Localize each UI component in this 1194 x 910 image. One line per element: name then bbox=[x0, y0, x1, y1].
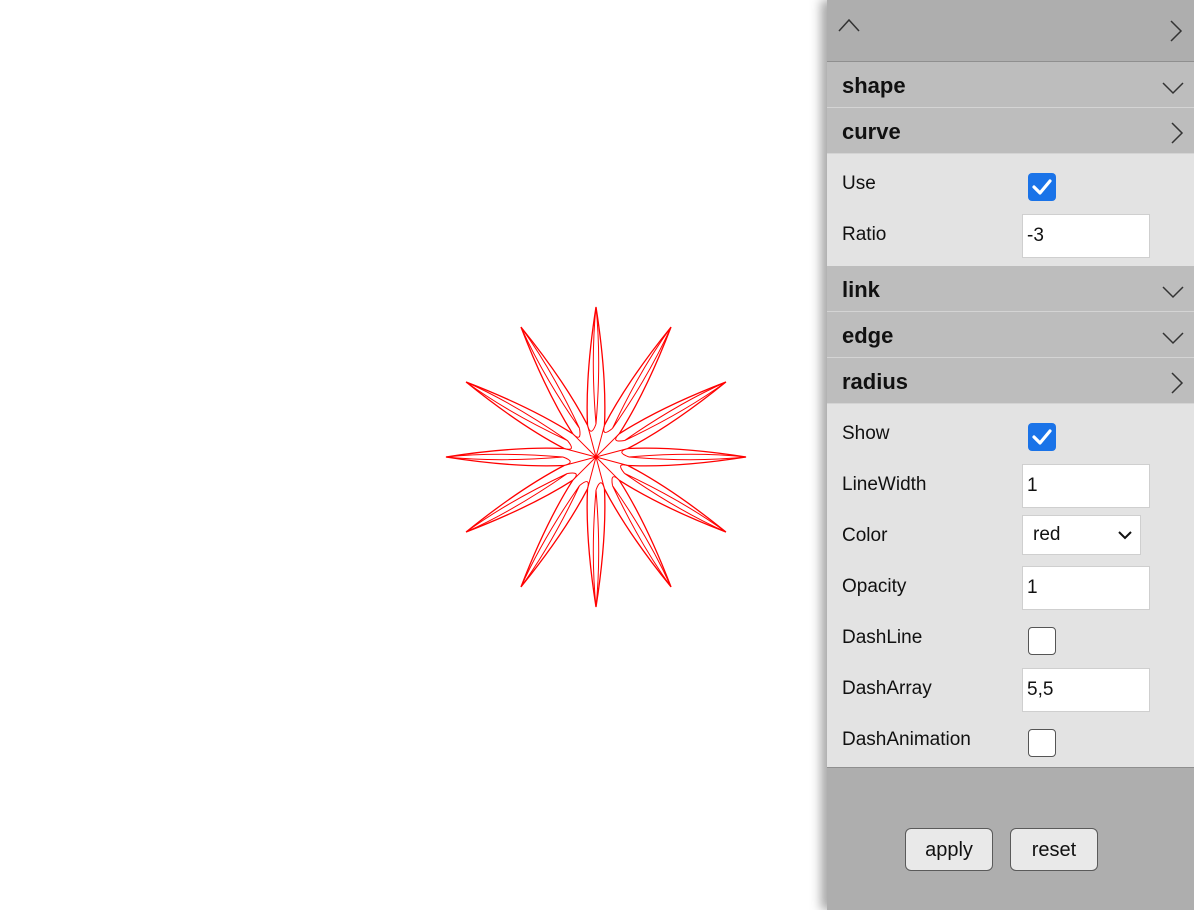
chevron-down-icon bbox=[1162, 332, 1184, 345]
petal-inner bbox=[592, 489, 600, 608]
field-label: DashArray bbox=[842, 678, 932, 699]
petal-inner bbox=[624, 473, 727, 533]
section-radius-header[interactable]: radius bbox=[827, 358, 1194, 404]
curve-use-row: Use bbox=[827, 159, 1194, 210]
chevron-down-icon bbox=[1162, 82, 1184, 95]
chevron-up-icon[interactable] bbox=[838, 18, 860, 32]
scallop-curve bbox=[611, 476, 620, 486]
panel-header bbox=[827, 0, 1194, 62]
chevron-right-icon bbox=[1171, 372, 1184, 394]
petal-inner bbox=[592, 306, 600, 425]
petal-outline bbox=[586, 306, 606, 426]
petal-inner bbox=[624, 381, 727, 441]
petal-outline bbox=[465, 464, 574, 533]
section-curve-body: Use Ratio -3 bbox=[827, 154, 1194, 266]
scallop-curve bbox=[563, 440, 572, 450]
curve-ratio-row: Ratio -3 bbox=[827, 210, 1194, 261]
section-link-header[interactable]: link bbox=[827, 266, 1194, 312]
chevron-right-icon[interactable] bbox=[1169, 20, 1183, 42]
petal-outline bbox=[603, 479, 672, 588]
ratio-input[interactable]: -3 bbox=[1022, 214, 1150, 258]
petal-inner bbox=[612, 485, 672, 588]
scallop-curve bbox=[615, 433, 625, 442]
petal-inner bbox=[520, 326, 580, 429]
curve-use-checkbox[interactable] bbox=[1028, 173, 1056, 201]
petal-outline bbox=[520, 326, 589, 435]
radius-show-checkbox[interactable] bbox=[1028, 423, 1056, 451]
petal-outline bbox=[465, 381, 574, 450]
section-curve-header[interactable]: curve bbox=[827, 108, 1194, 154]
field-label: Ratio bbox=[842, 224, 887, 245]
radius-color-row: Color red bbox=[827, 511, 1194, 562]
section-radius-body: Show LineWidth 1 Color red Opacity 1 Das… bbox=[827, 404, 1194, 767]
petal-outline bbox=[618, 381, 727, 450]
opacity-input[interactable]: 1 bbox=[1022, 566, 1150, 610]
radius-show-row: Show bbox=[827, 409, 1194, 460]
petal-inner bbox=[520, 485, 580, 588]
chevron-right-icon bbox=[1171, 122, 1184, 144]
dashanimation-checkbox[interactable] bbox=[1028, 729, 1056, 757]
reset-button[interactable]: reset bbox=[1010, 828, 1098, 871]
section-title: radius bbox=[842, 369, 909, 394]
scallop-curve bbox=[603, 424, 613, 433]
petal-inner bbox=[445, 453, 564, 461]
petal-outline bbox=[603, 326, 672, 435]
petal-outline bbox=[520, 479, 589, 588]
radius-dashanimation-row: DashAnimation bbox=[827, 715, 1194, 766]
petal-inner bbox=[612, 326, 672, 429]
scallop-curve bbox=[579, 481, 589, 490]
apply-button[interactable]: apply bbox=[905, 828, 993, 871]
section-title: curve bbox=[842, 119, 901, 144]
section-shape-header[interactable]: shape bbox=[827, 62, 1194, 108]
petal-outline bbox=[618, 464, 727, 533]
chevron-down-icon bbox=[1118, 531, 1132, 540]
dasharray-input[interactable]: 5,5 bbox=[1022, 668, 1150, 712]
section-title: shape bbox=[842, 73, 906, 98]
field-label: Use bbox=[842, 173, 876, 194]
radius-linewidth-row: LineWidth 1 bbox=[827, 460, 1194, 511]
color-select-value: red bbox=[1033, 524, 1061, 545]
scallop-curve bbox=[572, 428, 581, 438]
petal-outline bbox=[586, 488, 606, 608]
color-select[interactable]: red bbox=[1022, 515, 1141, 555]
control-panel: shape curve Use Ratio -3 link edge radiu… bbox=[827, 0, 1194, 910]
settings-list[interactable]: shape curve Use Ratio -3 link edge radiu… bbox=[827, 62, 1194, 768]
field-label: LineWidth bbox=[842, 474, 927, 495]
star-figure bbox=[445, 306, 747, 608]
chevron-down-icon bbox=[1162, 286, 1184, 299]
field-label: DashLine bbox=[842, 627, 923, 648]
petal-inner bbox=[628, 453, 747, 461]
radius-next-row bbox=[827, 766, 1194, 767]
section-title: edge bbox=[842, 323, 894, 348]
petal-inner bbox=[465, 381, 568, 441]
scallop-curve bbox=[620, 464, 629, 474]
field-label: Color bbox=[842, 525, 888, 546]
radius-dasharray-row: DashArray 5,5 bbox=[827, 664, 1194, 715]
check-icon bbox=[1032, 429, 1052, 445]
petal-outline bbox=[445, 447, 565, 467]
radius-opacity-row: Opacity 1 bbox=[827, 562, 1194, 613]
drawing-canvas[interactable] bbox=[0, 0, 826, 910]
field-label: Opacity bbox=[842, 576, 907, 597]
dashline-checkbox[interactable] bbox=[1028, 627, 1056, 655]
petal-outline bbox=[627, 447, 747, 467]
section-edge-header[interactable]: edge bbox=[827, 312, 1194, 358]
check-icon bbox=[1032, 179, 1052, 195]
scallop-curve bbox=[567, 472, 577, 481]
radius-dashline-row: DashLine bbox=[827, 613, 1194, 664]
field-label: DashAnimation bbox=[842, 729, 971, 750]
linewidth-input[interactable]: 1 bbox=[1022, 464, 1150, 508]
field-label: Show bbox=[842, 423, 890, 444]
petal-inner bbox=[465, 473, 568, 533]
section-title: link bbox=[842, 277, 880, 302]
